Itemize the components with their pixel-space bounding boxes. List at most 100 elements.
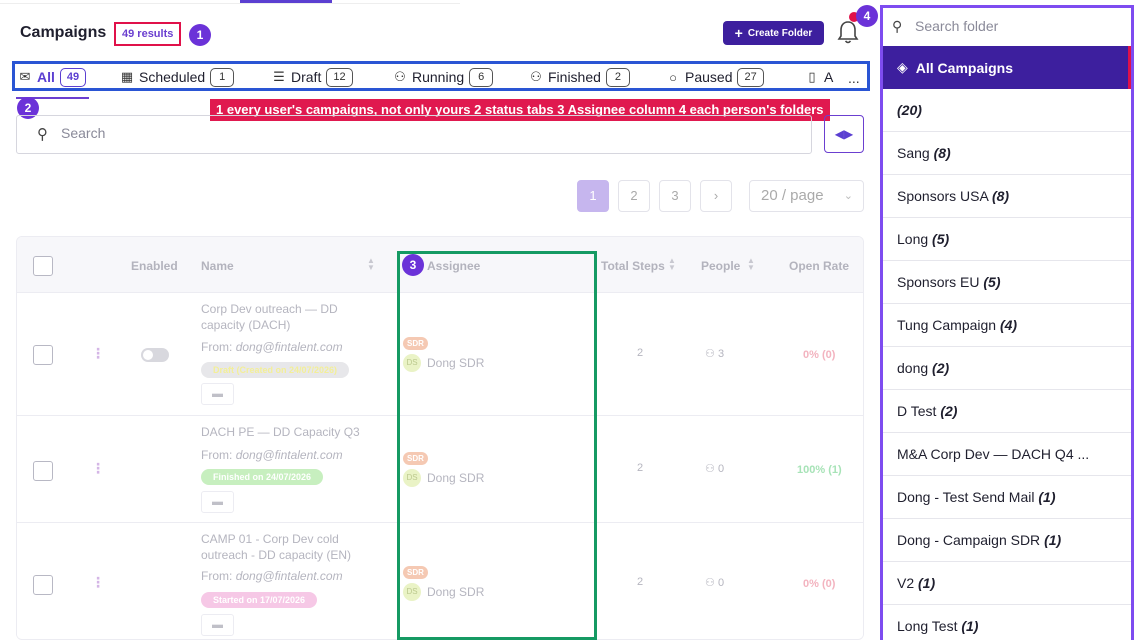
layers-icon: ◈ bbox=[897, 59, 908, 75]
tab-draft[interactable]: ☰ Draft 12 bbox=[272, 67, 353, 87]
folder-item[interactable]: Long Test (1) bbox=[883, 605, 1131, 640]
tab-a[interactable]: ▯ A bbox=[805, 68, 833, 86]
folder-item[interactable]: Tung Campaign (4) bbox=[883, 304, 1131, 347]
total-steps: 2 bbox=[637, 576, 644, 588]
tab-scheduled[interactable]: ▦ Scheduled 1 bbox=[120, 67, 235, 87]
person-icon: ⚇ bbox=[705, 577, 715, 589]
folders-panel: ⚲ ◈ All Campaigns (20) Sang (8) Sponsors… bbox=[880, 5, 1134, 640]
row-checkbox[interactable] bbox=[33, 575, 53, 595]
all-campaigns-item[interactable]: ◈ All Campaigns bbox=[883, 46, 1131, 89]
status-badge: Draft (Created on 24/07/2026) bbox=[201, 362, 350, 378]
all-campaigns-label: All Campaigns bbox=[915, 59, 1014, 76]
total-steps: 2 bbox=[637, 347, 644, 359]
folder-item[interactable]: Sponsors USA (8) bbox=[883, 175, 1131, 218]
search-icon: ○ bbox=[669, 69, 677, 85]
tab-count: 49 bbox=[59, 67, 87, 87]
status-badge: Started on 17/07/2026 bbox=[201, 592, 318, 608]
total-steps: 2 bbox=[637, 462, 644, 474]
sort-icon[interactable]: ▲ ▼ bbox=[747, 257, 755, 272]
tab-label: Finished bbox=[548, 69, 601, 85]
toggle-folder-panel-button[interactable]: ◀▶ bbox=[824, 115, 864, 153]
column-total-steps[interactable]: Total Steps bbox=[601, 259, 665, 273]
results-count: 49 results bbox=[114, 22, 182, 46]
open-rate: 0% (0) bbox=[803, 578, 836, 590]
row-menu-icon[interactable]: ⋮ bbox=[91, 574, 105, 591]
row-menu-icon[interactable]: ⋮ bbox=[91, 460, 105, 477]
from-line: From: dong@fintalent.com bbox=[201, 569, 343, 583]
tabs-more-button[interactable]: ... bbox=[848, 70, 860, 86]
tab-label: Paused bbox=[685, 69, 733, 85]
campaign-name[interactable]: CAMP 01 - Corp Dev cold outreach - DD ca… bbox=[201, 531, 361, 563]
row-checkbox[interactable] bbox=[33, 345, 53, 365]
folder-item[interactable]: V2 (1) bbox=[883, 562, 1131, 605]
page-size-select[interactable]: 20 / page ⌄ bbox=[749, 180, 864, 212]
folder-icon[interactable]: ▬ bbox=[201, 491, 234, 513]
page-2-button[interactable]: 2 bbox=[618, 180, 650, 212]
top-divider bbox=[0, 3, 460, 4]
assignee-column-highlight bbox=[397, 251, 597, 640]
people-count: ⚇ 3 bbox=[705, 348, 725, 360]
folder-item[interactable]: Dong - Campaign SDR (1) bbox=[883, 519, 1131, 562]
page-size-value: 20 / page bbox=[761, 187, 824, 204]
from-line: From: dong@fintalent.com bbox=[201, 448, 343, 462]
page-1-button[interactable]: 1 bbox=[577, 180, 609, 212]
campaign-search: ⚲ bbox=[16, 115, 812, 154]
create-folder-button[interactable]: + Create Folder bbox=[723, 21, 824, 45]
users-icon: ⚇ bbox=[394, 69, 406, 84]
tab-label: Running bbox=[412, 69, 465, 85]
folder-search-input[interactable] bbox=[915, 18, 1115, 34]
calendar-clock-icon: ▦ bbox=[120, 69, 134, 84]
sort-icon[interactable]: ▲ ▼ bbox=[668, 257, 676, 272]
folder-item[interactable]: dong (2) bbox=[883, 347, 1131, 390]
column-open-rate: Open Rate bbox=[789, 259, 850, 273]
column-enabled: Enabled bbox=[131, 259, 178, 273]
folder-item[interactable]: M&A Corp Dev — DACH Q4 ... bbox=[883, 433, 1131, 476]
tab-count: 2 bbox=[605, 67, 630, 87]
tab-label: Draft bbox=[291, 69, 322, 85]
row-checkbox[interactable] bbox=[33, 461, 53, 481]
row-menu-icon[interactable]: ⋮ bbox=[91, 345, 105, 362]
plus-icon: + bbox=[734, 25, 743, 41]
page-title: Campaigns bbox=[20, 24, 107, 41]
campaign-name[interactable]: DACH PE — DD Capacity Q3 bbox=[201, 424, 361, 440]
campaign-name[interactable]: Corp Dev outreach — DD capacity (DACH) bbox=[201, 301, 361, 333]
folder-item[interactable]: D Test (2) bbox=[883, 390, 1131, 433]
folder-item[interactable]: Long (5) bbox=[883, 218, 1131, 261]
campaigns-page: Campaigns 49 results 1 + Create Folder 4… bbox=[0, 0, 1140, 640]
page-3-button[interactable]: 3 bbox=[659, 180, 691, 212]
person-icon: ⚇ bbox=[705, 463, 715, 475]
search-input[interactable] bbox=[61, 125, 761, 141]
tab-count: 27 bbox=[737, 67, 764, 87]
folder-item[interactable]: Sang (8) bbox=[883, 132, 1131, 175]
people-count: ⚇ 0 bbox=[705, 463, 725, 475]
chevron-down-icon: ⌄ bbox=[843, 190, 853, 202]
document-icon: ▯ bbox=[808, 69, 816, 84]
tab-count: 6 bbox=[469, 67, 494, 87]
list-icon: ☰ bbox=[273, 69, 285, 84]
column-people[interactable]: People bbox=[701, 259, 740, 273]
folder-icon[interactable]: ▬ bbox=[201, 383, 234, 405]
sort-icon[interactable]: ▲ ▼ bbox=[367, 257, 375, 272]
folder-item[interactable]: Sponsors EU (5) bbox=[883, 261, 1131, 304]
next-page-button[interactable]: › bbox=[700, 180, 732, 212]
tab-all[interactable]: ✉ All 49 bbox=[18, 67, 87, 87]
status-badge: Finished on 24/07/2026 bbox=[201, 469, 324, 485]
folder-item[interactable]: Dong - Test Send Mail (1) bbox=[883, 476, 1131, 519]
enabled-toggle[interactable] bbox=[141, 348, 169, 362]
search-icon: ⚲ bbox=[892, 18, 903, 34]
tab-count: 1 bbox=[210, 67, 235, 87]
folder-icon[interactable]: ▬ bbox=[201, 614, 234, 636]
annotation-marker-3: 3 bbox=[402, 254, 424, 276]
users-icon: ⚇ bbox=[530, 69, 542, 84]
folder-item[interactable]: (20) bbox=[883, 89, 1131, 132]
select-all-checkbox[interactable] bbox=[33, 256, 53, 276]
tab-running[interactable]: ⚇ Running 6 bbox=[393, 67, 494, 87]
tab-label: Scheduled bbox=[139, 69, 206, 85]
bell-icon[interactable] bbox=[836, 18, 860, 46]
tab-finished[interactable]: ⚇ Finished 2 bbox=[529, 67, 630, 87]
column-name[interactable]: Name bbox=[201, 259, 234, 273]
tab-label: All bbox=[37, 69, 55, 85]
annotation-marker-1: 1 bbox=[189, 24, 211, 46]
tab-label: A bbox=[824, 69, 834, 85]
tab-paused[interactable]: ○ Paused 27 bbox=[666, 67, 764, 87]
